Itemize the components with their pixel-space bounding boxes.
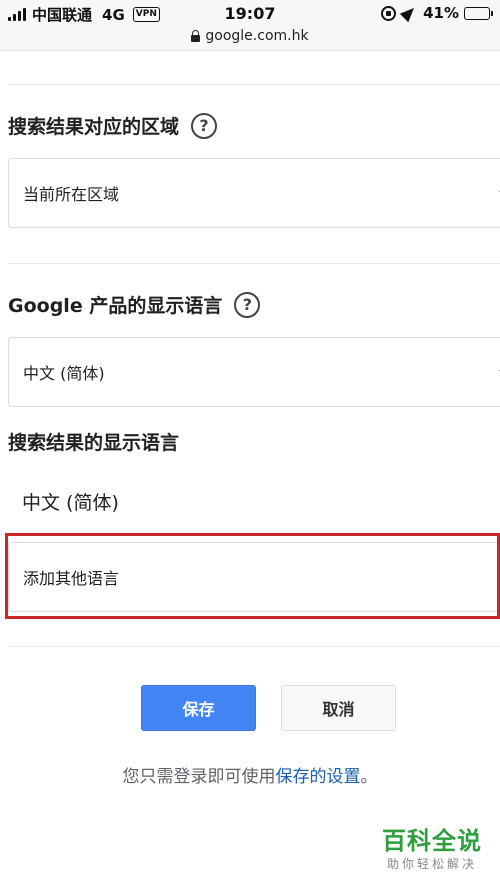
region-section-title: 搜索结果对应的区域 ? [8,112,218,139]
help-icon[interactable]: ? [234,291,261,318]
save-button[interactable]: 保存 [141,685,256,731]
url-bar[interactable]: google.com.hk [0,28,500,50]
help-icon[interactable]: ? [191,112,218,139]
top-divider [0,50,500,51]
region-select-value: 当前所在区域 [23,185,120,204]
display-language-select[interactable]: 中文 (简体) [8,337,500,407]
login-note-suffix: 。 [360,767,378,787]
login-note-prefix: 您只需登录即可使用 [122,767,276,787]
display-language-title-text: Google 产品的显示语言 [8,295,223,317]
watermark-subtitle: 助你轻松解决 [386,857,477,871]
orientation-lock-icon [381,5,397,21]
display-language-section-title: Google 产品的显示语言 ? [8,291,261,318]
display-language-select-value: 中文 (简体) [23,364,105,383]
battery-percent: 41% [423,4,459,22]
highlight-box [5,533,500,619]
saved-settings-link[interactable]: 保存的设置 [276,767,361,787]
region-select[interactable]: 当前所在区域 [8,158,500,228]
watermark-logo: 百科全说 助你轻松解决 [376,826,488,872]
battery-icon [464,6,493,20]
login-note: 您只需登录即可使用保存的设置。 [0,762,500,787]
location-arrow-icon [399,3,419,23]
divider [8,646,500,647]
divider [8,263,500,264]
watermark-title: 百科全说 [382,827,482,855]
search-language-title-text: 搜索结果的显示语言 [8,432,180,454]
cancel-button[interactable]: 取消 [281,685,396,731]
status-bar: 中国联通 4G VPN 19:07 41% [0,0,500,28]
divider [8,84,500,85]
region-title-text: 搜索结果对应的区域 [8,116,180,138]
padlock-icon [191,29,201,42]
current-search-language: 中文 (简体) [22,492,119,514]
search-language-section-title: 搜索结果的显示语言 [8,428,179,455]
status-right: 41% [381,3,493,23]
url-domain: google.com.hk [205,28,309,44]
